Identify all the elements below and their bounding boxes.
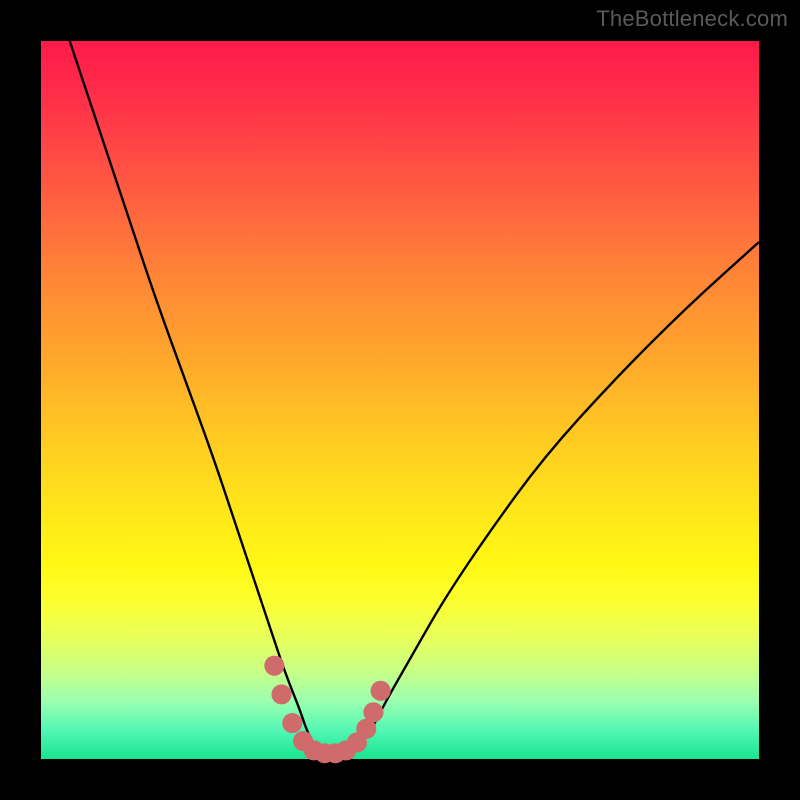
- curve-markers: [264, 656, 390, 764]
- watermark-text: TheBottleneck.com: [596, 6, 788, 32]
- curve-marker: [363, 702, 383, 722]
- curve-marker: [282, 713, 302, 733]
- chart-container: TheBottleneck.com: [0, 0, 800, 800]
- plot-area: [41, 41, 759, 759]
- bottleneck-curve-svg: [41, 41, 759, 759]
- curve-marker: [271, 684, 291, 704]
- curve-marker: [264, 656, 284, 676]
- bottleneck-curve: [70, 41, 759, 752]
- curve-marker: [371, 681, 391, 701]
